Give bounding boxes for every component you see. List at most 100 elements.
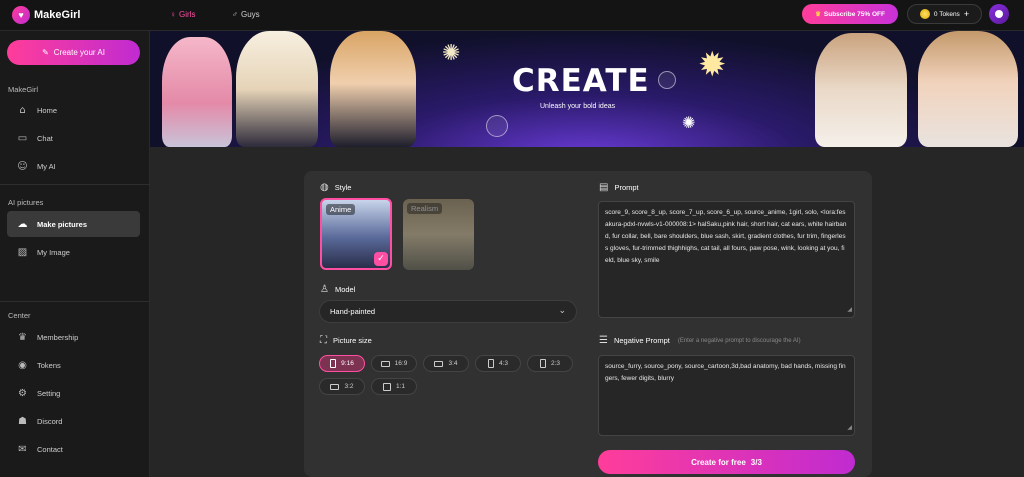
size-3-2-button[interactable]: 3:2 — [319, 378, 365, 395]
model-select-value: Hand-painted — [330, 307, 376, 316]
list-icon: ☰ — [599, 335, 608, 346]
mail-icon: ✉ — [18, 443, 27, 455]
magic-image-icon: ☁ — [17, 218, 28, 230]
document-icon: ▤ — [599, 182, 609, 193]
banner-subtitle: Unleash your bold ideas — [540, 103, 616, 110]
chevron-down-icon: ⌄ — [558, 306, 566, 316]
section-center: Center — [8, 311, 31, 320]
checkmark-icon: ✓ — [374, 252, 388, 266]
sidebar-item-label: Contact — [37, 444, 63, 454]
model-select[interactable]: Hand-painted ⌄ — [319, 300, 577, 323]
create-for-free-button[interactable]: Create for free 3/3 — [598, 450, 855, 474]
discord-icon: ☗ — [18, 415, 27, 427]
style-anime-label: Anime — [326, 204, 356, 215]
sidebar-item-label: Tokens — [37, 360, 61, 370]
prompt-label-text: Prompt — [614, 183, 639, 192]
sidebar-item-label: My AI — [37, 161, 56, 171]
avatar[interactable] — [989, 4, 1009, 24]
sidebar-item-my-ai[interactable]: ☺ My AI — [7, 153, 140, 179]
sidebar-item-chat[interactable]: ▭ Chat — [7, 125, 140, 151]
subscribe-label: Subscribe 75% OFF — [823, 10, 885, 18]
crown-icon: ♛ — [815, 11, 821, 18]
sidebar-item-label: Make pictures — [37, 219, 88, 229]
tab-girls[interactable]: ♀ Girls — [170, 10, 195, 19]
landscape-icon — [434, 360, 444, 367]
section-makegirl: MakeGirl — [8, 85, 39, 94]
style-label: ◍ Style — [320, 182, 351, 193]
home-icon: ⌂ — [19, 104, 26, 116]
subscribe-button[interactable]: ♛ Subscribe 75% OFF — [802, 4, 898, 24]
sidebar-item-tokens[interactable]: ◉ Tokens — [7, 352, 140, 378]
gear-icon: ⚙ — [18, 387, 27, 399]
sidebar-item-label: Setting — [37, 388, 61, 398]
bubble-decoration — [486, 115, 508, 137]
banner-title: CREATE — [512, 63, 650, 99]
model-label: ♙ Model — [320, 284, 355, 295]
brush-icon: ♙ — [320, 284, 329, 295]
top-bar: ♥ MakeGirl ♀ Girls ♂ Guys ♛ Subscribe 75… — [0, 0, 1024, 31]
size-4-3-button[interactable]: 4:3 — [475, 355, 521, 372]
size-label: 9:16 — [341, 360, 354, 367]
style-anime-card[interactable]: Anime ✓ — [320, 198, 392, 270]
negative-prompt-hint: (Enter a negative prompt to discourage t… — [677, 337, 801, 344]
banner-character-image — [330, 31, 416, 147]
male-icon: ♂ — [232, 10, 238, 19]
tokens-button[interactable]: 0 Tokens + — [907, 4, 982, 24]
negative-prompt-textarea[interactable]: source_furry, source_pony, source_cartoo… — [598, 355, 855, 436]
app-name: MakeGirl — [34, 9, 81, 21]
negative-prompt-label-text: Negative Prompt — [613, 336, 670, 345]
heart-logo-icon: ♥ — [12, 6, 30, 24]
divider — [0, 184, 150, 185]
sidebar-item-label: Home — [37, 105, 58, 115]
sidebar-item-home[interactable]: ⌂ Home — [7, 97, 140, 123]
sidebar-item-membership[interactable]: ♛ Membership — [7, 324, 140, 350]
negative-prompt-text: source_furry, source_pony, source_cartoo… — [605, 363, 846, 382]
size-1-1-button[interactable]: 1:1 — [371, 378, 417, 395]
portrait-icon — [539, 359, 546, 368]
create-count: 3/3 — [750, 457, 762, 467]
sidebar-item-setting[interactable]: ⚙ Setting — [7, 380, 140, 406]
size-label: 3:4 — [448, 360, 458, 367]
size-16-9-button[interactable]: 16:9 — [371, 355, 417, 372]
user-icon: ☺ — [17, 160, 28, 172]
app-logo[interactable]: ♥ MakeGirl — [12, 6, 80, 24]
crown-icon: ♛ — [18, 331, 27, 343]
size-label: 16:9 — [394, 360, 408, 367]
divider — [0, 301, 150, 302]
coin-icon — [919, 9, 930, 19]
resize-handle-icon[interactable]: ◢ — [847, 422, 852, 434]
add-tokens-icon[interactable]: + — [964, 9, 969, 19]
sidebar-item-make-pictures[interactable]: ☁ Make pictures — [7, 211, 140, 237]
sidebar-item-my-image[interactable]: ▨ My Image — [7, 239, 140, 265]
sidebar-item-label: Chat — [37, 133, 53, 143]
portrait-icon — [487, 359, 494, 368]
resize-frame-icon: ⛶ — [320, 335, 327, 346]
wand-icon: ✎ — [42, 48, 49, 57]
create-ai-button[interactable]: ✎ Create your AI — [7, 40, 140, 65]
sidebar-item-contact[interactable]: ✉ Contact — [7, 436, 140, 462]
image-icon: ▨ — [17, 246, 28, 258]
prompt-textarea[interactable]: score_9, score_8_up, score_7_up, score_6… — [598, 201, 855, 318]
firework-icon: ✹ — [698, 45, 727, 85]
resize-handle-icon[interactable]: ◢ — [847, 304, 852, 316]
sidebar-item-discord[interactable]: ☗ Discord — [7, 408, 140, 434]
sidebar: ✎ Create your AI MakeGirl ⌂ Home ▭ Chat … — [0, 31, 150, 477]
size-3-4-button[interactable]: 3:4 — [423, 355, 469, 372]
square-icon — [382, 382, 391, 391]
palette-icon: ◍ — [320, 182, 329, 193]
tab-guys[interactable]: ♂ Guys — [232, 10, 260, 19]
landscape-icon — [380, 360, 390, 367]
style-label-text: Style — [334, 183, 352, 192]
firework-icon: ✺ — [442, 41, 461, 66]
chat-icon: ▭ — [17, 132, 28, 144]
section-ai-pictures: AI pictures — [8, 198, 44, 207]
firework-icon: ✺ — [682, 113, 696, 132]
banner-character-image — [236, 31, 318, 147]
female-icon: ♀ — [170, 10, 176, 19]
create-ai-label: Create your AI — [53, 48, 105, 57]
size-2-3-button[interactable]: 2:3 — [527, 355, 573, 372]
size-9-16-button[interactable]: 9:16 — [319, 355, 365, 372]
bubble-decoration — [658, 71, 676, 89]
size-label: 3:2 — [344, 383, 354, 390]
style-realism-card[interactable]: Realism — [403, 199, 474, 270]
